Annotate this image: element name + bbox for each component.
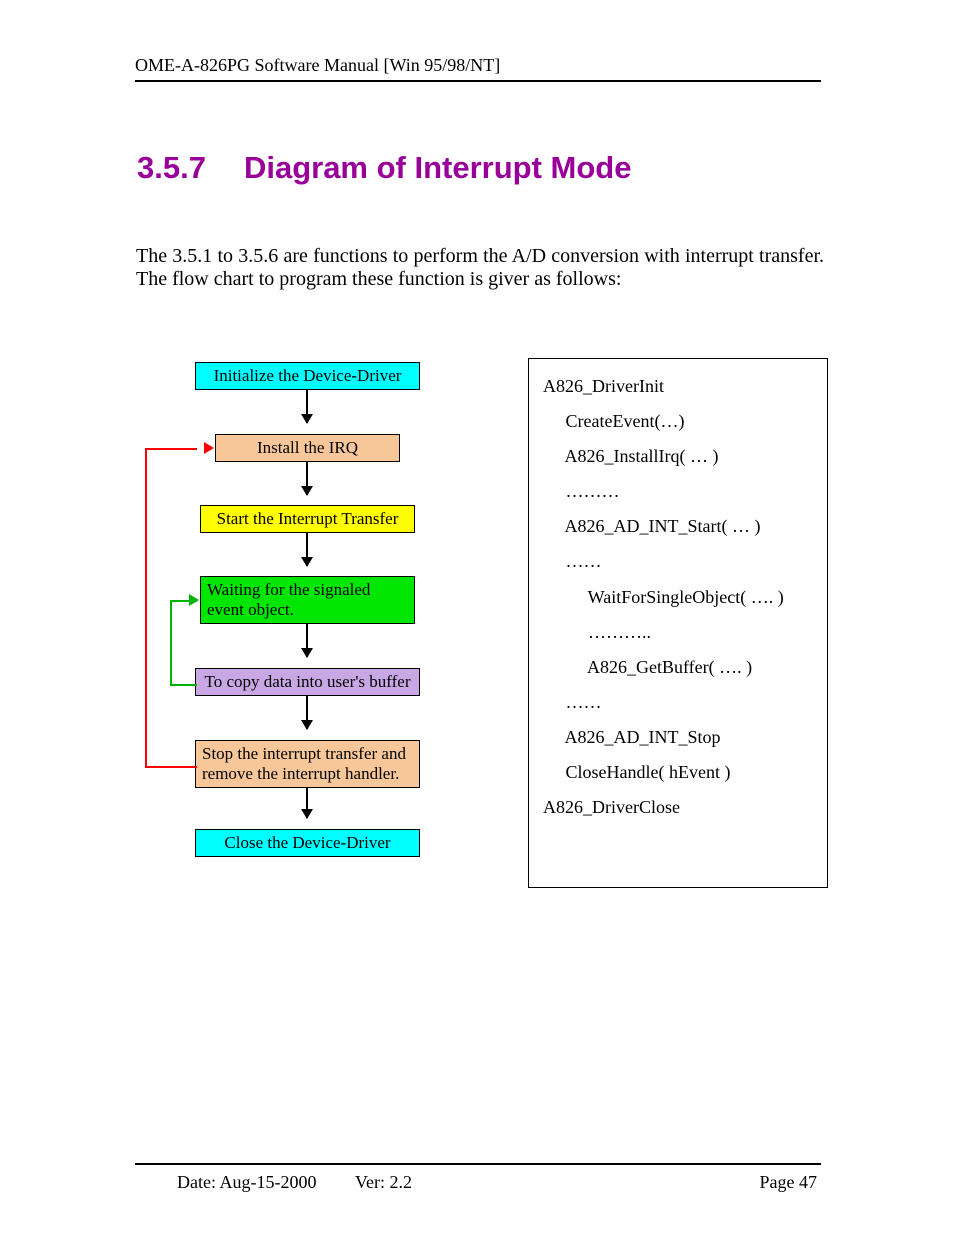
code-line: …… <box>543 685 815 720</box>
footer-date: Date: Aug-15-2000 <box>177 1172 316 1192</box>
code-line: A826_DriverInit <box>543 369 815 404</box>
arrow-icon <box>306 462 308 495</box>
footer-page-number: Page 47 <box>760 1172 818 1193</box>
flow-node-start: Start the Interrupt Transfer <box>200 505 415 533</box>
page-header: OME-A-826PG Software Manual [Win 95/98/N… <box>135 55 500 76</box>
loop-green <box>170 600 197 686</box>
arrow-icon <box>306 624 308 657</box>
code-line: ……….. <box>543 615 815 650</box>
intro-paragraph: The 3.5.1 to 3.5.6 are functions to perf… <box>136 245 824 291</box>
code-line: A826_DriverClose <box>543 790 815 825</box>
document-page: OME-A-826PG Software Manual [Win 95/98/N… <box>0 0 954 1235</box>
flow-node-copy: To copy data into user's buffer <box>195 668 420 696</box>
arrow-icon <box>306 788 308 818</box>
flow-node-wait: Waiting for the signaled event object. <box>200 576 415 624</box>
code-line: WaitForSingleObject( …. ) <box>543 580 815 615</box>
code-line: A826_InstallIrq( … ) <box>543 439 815 474</box>
flow-node-stop: Stop the interrupt transfer and remove t… <box>195 740 420 788</box>
footer-version: Ver: 2.2 <box>355 1172 412 1193</box>
flow-node-close: Close the Device-Driver <box>195 829 420 857</box>
header-rule <box>135 80 821 82</box>
flow-node-init: Initialize the Device-Driver <box>195 362 420 390</box>
section-title-text: Diagram of Interrupt Mode <box>244 150 632 185</box>
code-line: CreateEvent(…) <box>543 404 815 439</box>
arrow-icon <box>306 696 308 729</box>
page-footer: Date: Aug-15-2000 Ver: 2.2 Page 47 <box>177 1172 817 1193</box>
section-number: 3.5.7 <box>137 150 206 185</box>
code-line: A826_GetBuffer( …. ) <box>543 650 815 685</box>
code-line: CloseHandle( hEvent ) <box>543 755 815 790</box>
arrow-head-icon <box>189 594 199 606</box>
arrow-icon <box>306 390 308 423</box>
code-line: ……… <box>543 474 815 509</box>
code-line: …… <box>543 544 815 579</box>
code-listing: A826_DriverInit CreateEvent(…) A826_Inst… <box>528 358 828 888</box>
flow-node-irq: Install the IRQ <box>215 434 400 462</box>
section-heading: 3.5.7 Diagram of Interrupt Mode <box>137 150 631 186</box>
arrow-head-icon <box>204 442 214 454</box>
code-line: A826_AD_INT_Start( … ) <box>543 509 815 544</box>
arrow-icon <box>306 533 308 566</box>
footer-rule <box>135 1163 821 1165</box>
code-line: A826_AD_INT_Stop <box>543 720 815 755</box>
